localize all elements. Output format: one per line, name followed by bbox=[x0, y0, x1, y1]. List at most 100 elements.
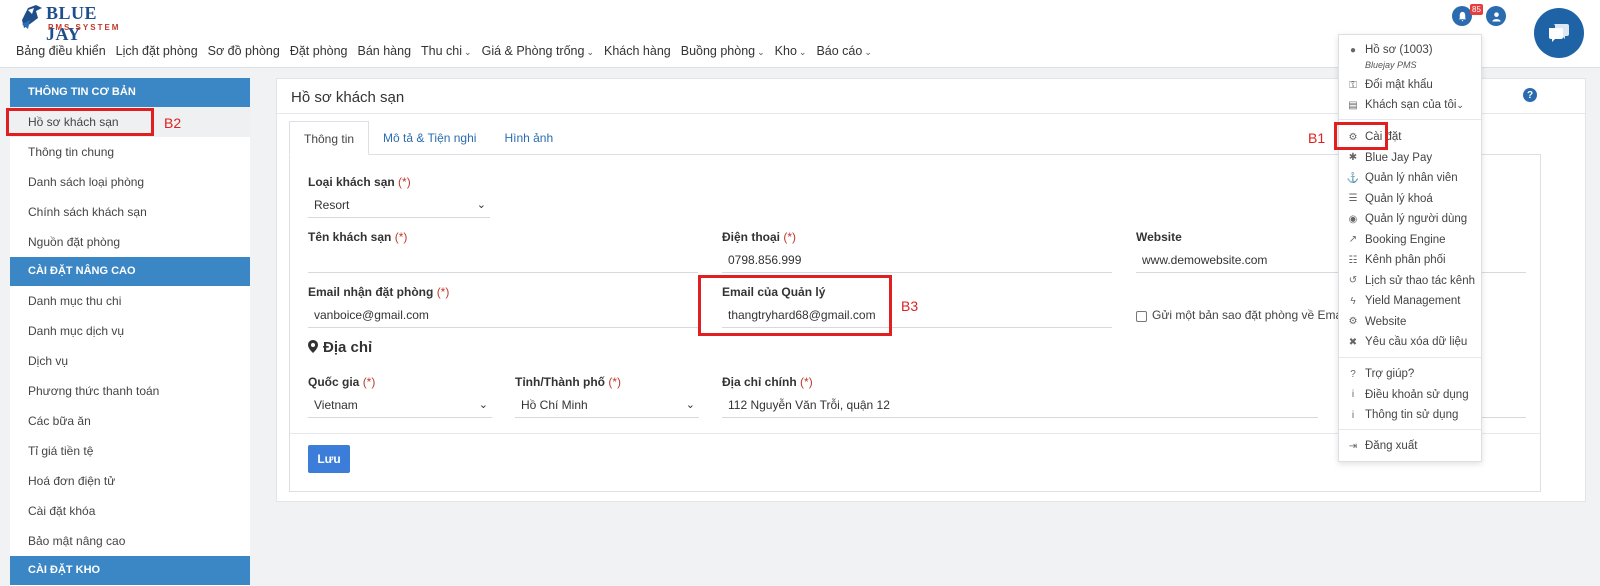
sidebar-item[interactable]: Nguồn đặt phòng bbox=[10, 227, 250, 257]
menu-item-settings-2[interactable]: ⚓ Quản lý nhân viên bbox=[1339, 168, 1481, 188]
menu-item-settings-5[interactable]: ↗ Booking Engine bbox=[1339, 230, 1481, 250]
required-mark: (*) bbox=[394, 230, 408, 244]
city-select[interactable]: Hồ Chí Minh ⌄ bbox=[515, 392, 699, 418]
phone-input[interactable]: 0798.856.999 bbox=[722, 247, 1112, 273]
hotel-name-input[interactable] bbox=[308, 247, 698, 273]
menu-item-label: Blue Jay Pay bbox=[1365, 151, 1433, 164]
menu-item-settings-6[interactable]: ☷ Kênh phân phối bbox=[1339, 250, 1481, 270]
bluejay-bird-icon bbox=[22, 5, 42, 29]
annotation-label-b2: B2 bbox=[164, 115, 182, 131]
nav-item-0[interactable]: Bảng điều khiển bbox=[16, 44, 106, 58]
info-icon: i bbox=[1351, 409, 1355, 421]
anchor-icon: ⚓ bbox=[1346, 172, 1360, 184]
menu-item-label: Đổi mật khẩu bbox=[1365, 79, 1433, 91]
user-icon: ● bbox=[1349, 44, 1357, 56]
menu-item-profile[interactable]: ● Hồ sơ (1003) bbox=[1339, 40, 1481, 60]
annotation-box-b2 bbox=[6, 108, 154, 136]
booking-email-label: Email nhận đặt phòng (*) bbox=[308, 285, 449, 299]
nav-item-6[interactable]: Giá & Phòng trống ⌄ bbox=[482, 44, 594, 58]
menu-item-settings-9[interactable]: ⚙ Website bbox=[1339, 312, 1481, 332]
save-button[interactable]: Lưu bbox=[308, 445, 350, 473]
booking-email-input[interactable]: vanboice@gmail.com bbox=[308, 302, 698, 328]
nav-item-7[interactable]: Khách hàng bbox=[604, 44, 671, 58]
city-label: Tỉnh/Thành phố (*) bbox=[515, 375, 621, 389]
nav-item-label: Giá & Phòng trống bbox=[481, 44, 585, 58]
chevron-down-icon: ⌄ bbox=[757, 47, 765, 57]
chat-icon[interactable] bbox=[1534, 8, 1584, 58]
annotation-label-b3: B3 bbox=[901, 298, 919, 314]
user-avatar-icon[interactable] bbox=[1486, 6, 1506, 26]
sidebar-item[interactable]: Danh mục thu chi bbox=[10, 286, 250, 316]
menu-item-help-1[interactable]: i Điều khoản sử dụng bbox=[1339, 385, 1481, 405]
logo[interactable]: BLUE JAY PMS SYSTEM bbox=[18, 2, 128, 44]
menu-item-settings-3[interactable]: ☰ Quản lý khoá bbox=[1339, 189, 1481, 209]
hotel-type-select[interactable]: Resort ⌄ bbox=[308, 192, 490, 218]
menu-item-settings-4[interactable]: ◉ Quản lý người dùng bbox=[1339, 209, 1481, 229]
sidebar-item[interactable]: Thông tin chung bbox=[10, 137, 250, 167]
city-label-text: Tỉnh/Thành phố bbox=[515, 375, 605, 389]
sidebar-item[interactable]: Các bữa ăn bbox=[10, 406, 250, 436]
notification-bell-icon[interactable] bbox=[1452, 6, 1472, 26]
tab-images[interactable]: Hình ảnh bbox=[490, 121, 567, 155]
nav-item-label: Kho bbox=[774, 44, 797, 58]
country-value: Vietnam bbox=[314, 398, 358, 412]
annotation-box-b1 bbox=[1334, 122, 1388, 150]
menu-item-settings-8[interactable]: ϟ Yield Management bbox=[1339, 291, 1481, 311]
sidebar-item[interactable]: Phương thức thanh toán bbox=[10, 376, 250, 406]
main-address-label-text: Địa chỉ chính bbox=[722, 375, 797, 389]
required-mark: (*) bbox=[783, 230, 797, 244]
menu-item-settings-7[interactable]: ↺ Lịch sử thao tác kênh bbox=[1339, 271, 1481, 291]
country-select[interactable]: Vietnam ⌄ bbox=[308, 392, 492, 418]
menu-item-help-2[interactable]: i Thông tin sử dụng bbox=[1339, 405, 1481, 425]
main-address-input[interactable]: 112 Nguyễn Văn Trỗi, quận 12 bbox=[722, 392, 1318, 418]
city-value: Hồ Chí Minh bbox=[521, 398, 588, 412]
phone-label: Điện thoại (*) bbox=[722, 230, 796, 244]
nav-item-9[interactable]: Kho ⌄ bbox=[775, 44, 807, 58]
menu-item-logout[interactable]: ⇥ Đăng xuất bbox=[1339, 436, 1481, 456]
annotation-box-b3 bbox=[698, 275, 892, 336]
help-icon[interactable]: ? bbox=[1523, 88, 1537, 102]
menu-item-label: Quản lý người dùng bbox=[1365, 213, 1468, 225]
sidebar-item[interactable]: Dịch vụ bbox=[10, 346, 250, 376]
menu-item-label: Hồ sơ (1003) bbox=[1365, 44, 1433, 56]
profile-tabs: Thông tin Mô tả & Tiện nghi Hình ảnh bbox=[289, 121, 567, 155]
menu-item-label: Điều khoản sử dụng bbox=[1365, 388, 1469, 401]
bolt-icon: ϟ bbox=[1350, 295, 1356, 307]
building-icon: ▤ bbox=[1348, 99, 1358, 111]
nav-item-3[interactable]: Đặt phòng bbox=[290, 44, 348, 58]
nav-item-8[interactable]: Buồng phòng ⌄ bbox=[681, 44, 765, 58]
sidebar-item[interactable]: Tỉ giá tiền tệ bbox=[10, 436, 250, 466]
sidebar-item[interactable]: Bảo mật nâng cao bbox=[10, 526, 250, 556]
tab-info[interactable]: Thông tin bbox=[289, 121, 370, 155]
required-mark: (*) bbox=[608, 375, 621, 389]
sidebar-item[interactable]: Cài đặt khóa bbox=[10, 496, 250, 526]
asterisk-icon: ✱ bbox=[1348, 152, 1358, 163]
sidebar-item[interactable]: Danh sách loại phòng bbox=[10, 167, 250, 197]
tab-description-amenities[interactable]: Mô tả & Tiện nghi bbox=[369, 121, 490, 155]
sidebar-item[interactable]: Hoá đơn điện tử bbox=[10, 466, 250, 496]
nav-item-label: Thu chi bbox=[421, 44, 463, 58]
chevron-down-icon: ⌄ bbox=[1456, 99, 1464, 110]
nav-item-4[interactable]: Bán hàng bbox=[358, 44, 412, 58]
sidebar-item[interactable]: Danh mục dịch vụ bbox=[10, 316, 250, 346]
required-mark: (*) bbox=[800, 375, 813, 389]
nav-item-1[interactable]: Lịch đặt phòng bbox=[116, 44, 198, 58]
menu-item-label: Quản lý nhân viên bbox=[1365, 172, 1458, 184]
menu-item-settings-10[interactable]: ✖ Yêu cầu xóa dữ liệu bbox=[1339, 332, 1481, 352]
profile-subtitle: Bluejay PMS bbox=[1365, 60, 1417, 70]
nav-item-5[interactable]: Thu chi ⌄ bbox=[421, 44, 472, 58]
copy-email-checkbox[interactable] bbox=[1136, 311, 1147, 322]
menu-item-change-password[interactable]: ⚿ Đổi mật khẩu bbox=[1339, 75, 1481, 95]
nav-item-2[interactable]: Sơ đồ phòng bbox=[208, 44, 280, 58]
menu-divider bbox=[1339, 119, 1481, 120]
menu-item-settings-1[interactable]: ✱ Blue Jay Pay bbox=[1339, 148, 1481, 168]
sidebar-item[interactable]: Chính sách khách sạn bbox=[10, 197, 250, 227]
users-icon: ◉ bbox=[1348, 213, 1358, 225]
menu-item-my-hotels[interactable]: ▤ Khách sạn của tôi ⌄ bbox=[1339, 95, 1481, 115]
settings-sidebar: THÔNG TIN CƠ BẢN Hồ sơ khách sạn Thông tin… bbox=[10, 78, 250, 586]
sitemap-icon: ☷ bbox=[1348, 254, 1358, 266]
menu-item-help-0[interactable]: ? Trợ giúp? bbox=[1339, 364, 1481, 384]
menu-item-label: Lịch sử thao tác kênh bbox=[1365, 274, 1475, 287]
nav-item-10[interactable]: Báo cáo ⌄ bbox=[816, 44, 871, 58]
nav-item-label: Báo cáo bbox=[816, 44, 863, 58]
